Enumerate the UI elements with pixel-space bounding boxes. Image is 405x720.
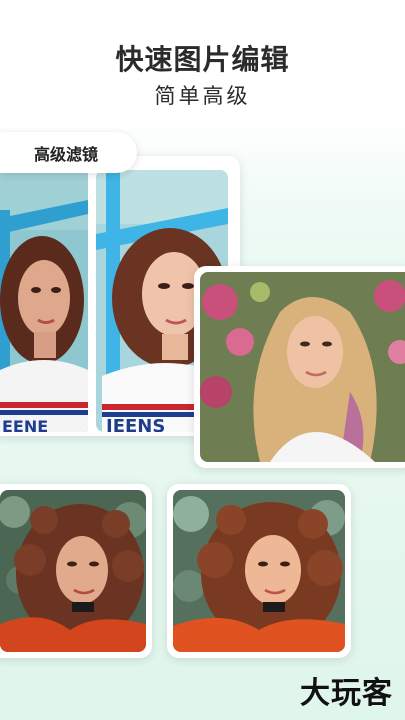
curly-portrait-photo-filtered (173, 490, 345, 652)
curly-filtered-card[interactable] (167, 484, 351, 658)
curly-portrait-photo-original (0, 490, 146, 652)
page-title: 快速图片编辑 (115, 43, 290, 76)
page-subtitle: 简单高级 (154, 84, 251, 108)
portrait-photo-original: EENE (0, 170, 88, 432)
blonde-portrait-photo (200, 272, 405, 462)
filter-tag-label: 高级滤镜 (34, 144, 99, 164)
curly-original-card[interactable] (0, 484, 152, 658)
svg-text:IEENS: IEENS (106, 416, 165, 432)
blonde-portrait-card[interactable] (194, 266, 405, 468)
svg-text:EENE: EENE (2, 417, 48, 432)
brand-watermark: 大玩客 (300, 676, 393, 711)
header: 快速图片编辑 简单高级 (0, 0, 405, 130)
filter-tag: 高级滤镜 (0, 132, 137, 173)
